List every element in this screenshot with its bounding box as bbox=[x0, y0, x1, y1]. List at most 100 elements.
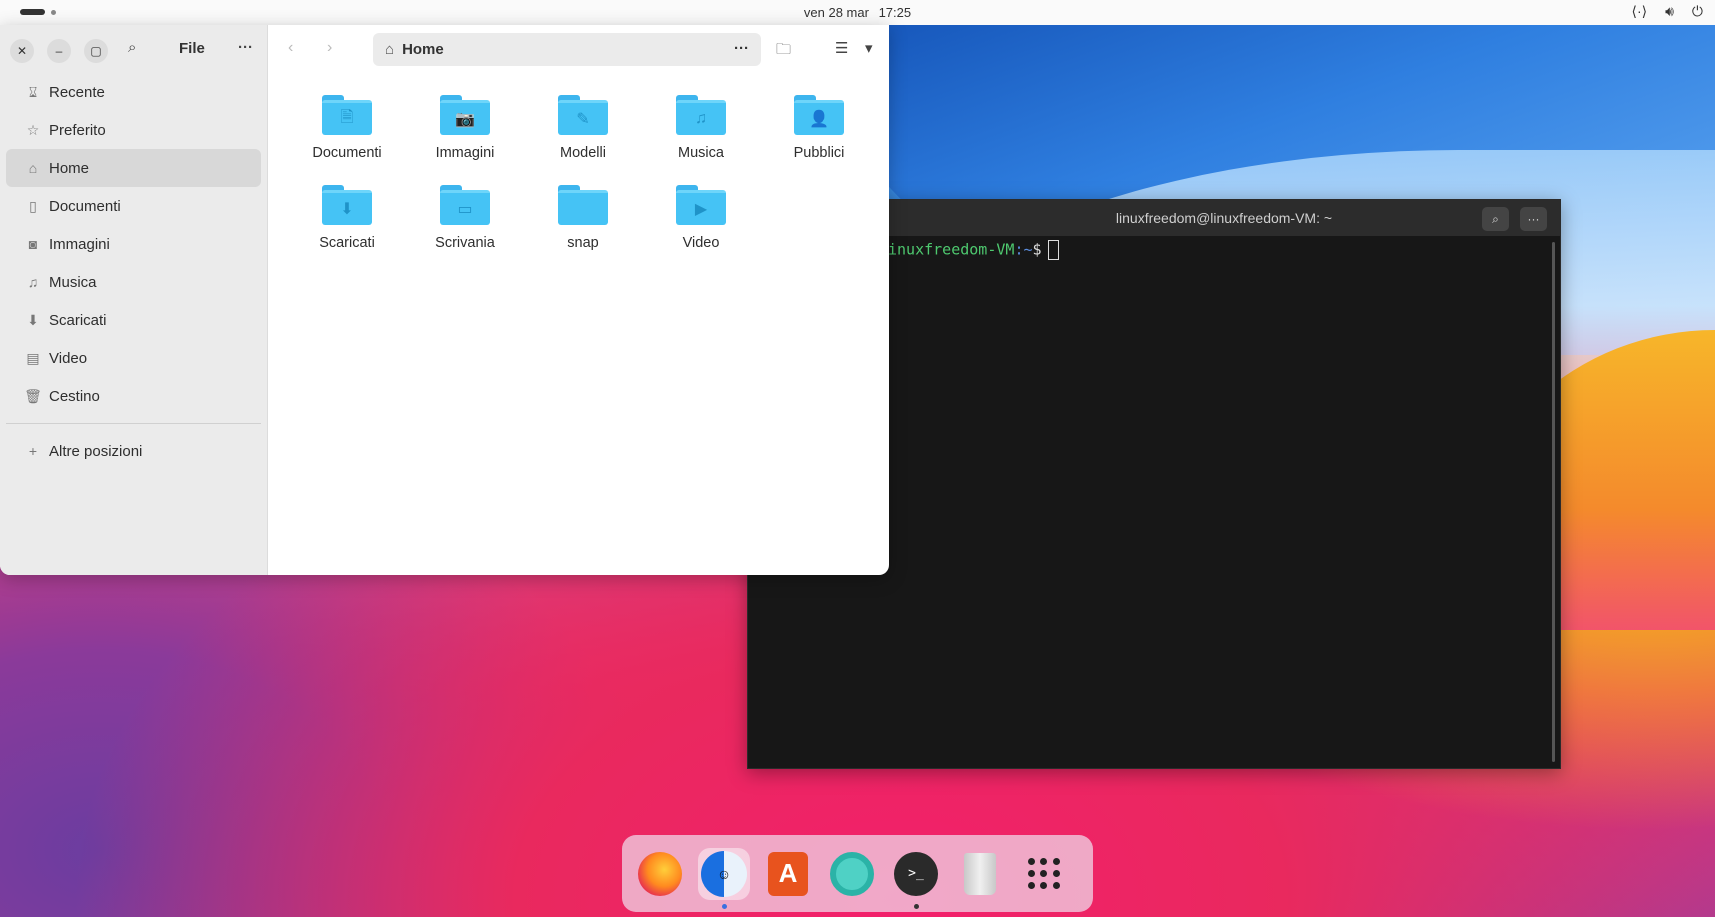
system-tray[interactable]: ⟨·⟩ 🔊︎ ⏻ bbox=[1632, 3, 1704, 20]
path-bar[interactable]: ⌂ Home ··· bbox=[373, 33, 761, 66]
search-icon[interactable]: ⌕ bbox=[128, 39, 136, 56]
app-store-icon: A bbox=[768, 851, 808, 896]
terminal-prompt[interactable]: inuxfreedom-VM:~$ bbox=[888, 240, 1059, 260]
dock-item-app-store[interactable]: A bbox=[762, 848, 814, 900]
sidebar-item-label: Musica bbox=[49, 273, 97, 291]
more-icon: ··· bbox=[1527, 212, 1540, 226]
sidebar-item-documenti[interactable]: ▯ Documenti bbox=[6, 187, 261, 225]
power-icon[interactable]: ⏻ bbox=[1692, 3, 1703, 20]
folder-icon: ▭ bbox=[440, 185, 490, 225]
sidebar-item-label: Scaricati bbox=[49, 311, 107, 329]
chevron-down-icon: ▾ bbox=[865, 40, 873, 57]
volume-icon[interactable]: 🔊︎ bbox=[1665, 3, 1674, 20]
terminal-scrollbar[interactable] bbox=[1552, 242, 1555, 762]
firefox-icon bbox=[638, 851, 682, 896]
more-icon[interactable]: ··· bbox=[238, 39, 253, 56]
terminal-search-button[interactable]: ⌕ bbox=[1482, 207, 1509, 231]
maximize-icon: ▢ bbox=[90, 44, 102, 58]
dock-item-firefox[interactable] bbox=[634, 848, 686, 900]
prompt-host: inuxfreedom-VM bbox=[888, 240, 1015, 259]
star-icon: ☆ bbox=[26, 121, 40, 138]
folder-icon: ♫ bbox=[676, 95, 726, 135]
dock-item-files[interactable]: ☺ bbox=[698, 847, 750, 909]
running-indicator bbox=[722, 903, 727, 909]
folder-label: Modelli bbox=[560, 145, 606, 161]
folder-musica[interactable]: ♫ Musica bbox=[642, 95, 760, 185]
folder-label: Scrivania bbox=[435, 235, 495, 251]
folder-documenti[interactable]: 🗎 Documenti bbox=[288, 95, 406, 185]
prompt-path: :~ bbox=[1014, 240, 1033, 259]
folder-modelli[interactable]: ✎ Modelli bbox=[524, 95, 642, 185]
sidebar-item-altre-posizioni[interactable]: + Altre posizioni bbox=[6, 432, 261, 470]
sidebar-item-video[interactable]: ▤ Video bbox=[6, 339, 261, 377]
sidebar-item-immagini[interactable]: ◙ Immagini bbox=[6, 225, 261, 263]
file-view: ‹ › ⌂ Home ··· 🗀 ☰ ▾ 🗎 Documenti 📷 Immagin… bbox=[268, 25, 889, 575]
sidebar-item-label: Altre posizioni bbox=[49, 442, 143, 460]
sidebar-item-scaricati[interactable]: ⬇ Scaricati bbox=[6, 301, 261, 339]
sidebar-title: File bbox=[179, 40, 205, 57]
folder-label: Immagini bbox=[435, 145, 495, 161]
folder-pubblici[interactable]: 👤 Pubblici bbox=[760, 95, 878, 185]
sidebar-item-label: Video bbox=[49, 349, 88, 367]
network-icon[interactable]: ⟨·⟩ bbox=[1632, 3, 1648, 20]
dock-item-app-grid[interactable] bbox=[1018, 848, 1070, 900]
sidebar-item-label: Documenti bbox=[49, 197, 121, 215]
close-icon: ✕ bbox=[16, 44, 28, 58]
view-options-button[interactable]: ▾ bbox=[865, 39, 873, 57]
clock[interactable]: ven 28 mar 17:25 bbox=[0, 5, 1715, 20]
folder-snap[interactable]: snap bbox=[524, 185, 642, 275]
plus-icon: + bbox=[28, 443, 38, 459]
dock-item-help[interactable] bbox=[826, 848, 878, 900]
home-icon: ⌂ bbox=[28, 160, 38, 176]
folder-label: Musica bbox=[678, 145, 724, 161]
chevron-right-icon: › bbox=[327, 39, 333, 56]
header-bar: ‹ › ⌂ Home ··· 🗀 ☰ ▾ bbox=[268, 25, 889, 73]
terminal-icon: >_ bbox=[894, 851, 938, 896]
sidebar-item-label: Recente bbox=[49, 83, 105, 101]
terminal-menu-button[interactable]: ··· bbox=[1520, 207, 1547, 231]
folder-icon: ✎ bbox=[558, 95, 608, 135]
clock-time: 17:25 bbox=[878, 5, 912, 20]
folder-scaricati[interactable]: ⬇ Scaricati bbox=[288, 185, 406, 275]
folder-label: Scaricati bbox=[319, 235, 375, 251]
dock-item-trash[interactable] bbox=[954, 848, 1006, 900]
maximize-button[interactable]: ▢ bbox=[84, 39, 108, 63]
running-indicator bbox=[914, 903, 919, 909]
sidebar-item-recente[interactable]: ⌛︎ Recente bbox=[6, 73, 261, 111]
minimize-button[interactable]: – bbox=[47, 39, 71, 63]
prompt-symbol: $ bbox=[1032, 240, 1042, 259]
folder-scrivania[interactable]: ▭ Scrivania bbox=[406, 185, 524, 275]
terminal-title: linuxfreedom@linuxfreedom-VM: ~ bbox=[1115, 210, 1333, 226]
chevron-left-icon: ‹ bbox=[288, 39, 294, 56]
search-folder-button[interactable]: 🗀 bbox=[776, 39, 791, 64]
sidebar-item-label: Home bbox=[49, 159, 90, 177]
folder-icon: ▶ bbox=[676, 185, 726, 225]
path-current[interactable]: Home bbox=[402, 41, 444, 58]
sidebar-item-home[interactable]: ⌂ Home bbox=[6, 149, 261, 187]
forward-button[interactable]: › bbox=[327, 39, 332, 57]
camera-icon: ◙ bbox=[28, 236, 38, 252]
back-button[interactable]: ‹ bbox=[288, 39, 293, 57]
music-icon: ♫ bbox=[27, 274, 39, 290]
sidebar-item-cestino[interactable]: 🗑︎ Cestino bbox=[6, 377, 261, 415]
sidebar-header: ✕ – ▢ ⌕ File ··· bbox=[0, 25, 267, 73]
close-button[interactable]: ✕ bbox=[10, 39, 34, 63]
dock-item-terminal[interactable]: >_ bbox=[890, 848, 942, 909]
dock: ☺ A >_ bbox=[622, 835, 1093, 912]
places-list: ⌛︎ Recente ☆ Preferito ⌂ Home ▯ Documenti ◙ I… bbox=[0, 73, 267, 415]
view-list-button[interactable]: ☰ bbox=[835, 39, 848, 57]
folder-video[interactable]: ▶ Video bbox=[642, 185, 760, 275]
folder-icon: 🗎 bbox=[322, 95, 372, 135]
clock-icon: ⌛︎ bbox=[28, 83, 38, 100]
trash-icon: 🗑︎ bbox=[24, 387, 42, 404]
file-manager-window[interactable]: ✕ – ▢ ⌕ File ··· ⌛︎ Recente ☆ Preferito ⌂ H… bbox=[0, 25, 889, 575]
more-icon[interactable]: ··· bbox=[734, 40, 749, 57]
text-cursor bbox=[1047, 240, 1059, 260]
sidebar-item-musica[interactable]: ♫ Musica bbox=[6, 263, 261, 301]
folder-icon: ⬇ bbox=[322, 185, 372, 225]
folder-search-icon: 🗀 bbox=[776, 41, 792, 58]
minimize-icon: – bbox=[55, 44, 63, 58]
folder-label: snap bbox=[567, 235, 599, 251]
folder-immagini[interactable]: 📷 Immagini bbox=[406, 95, 524, 185]
sidebar-item-preferito[interactable]: ☆ Preferito bbox=[6, 111, 261, 149]
